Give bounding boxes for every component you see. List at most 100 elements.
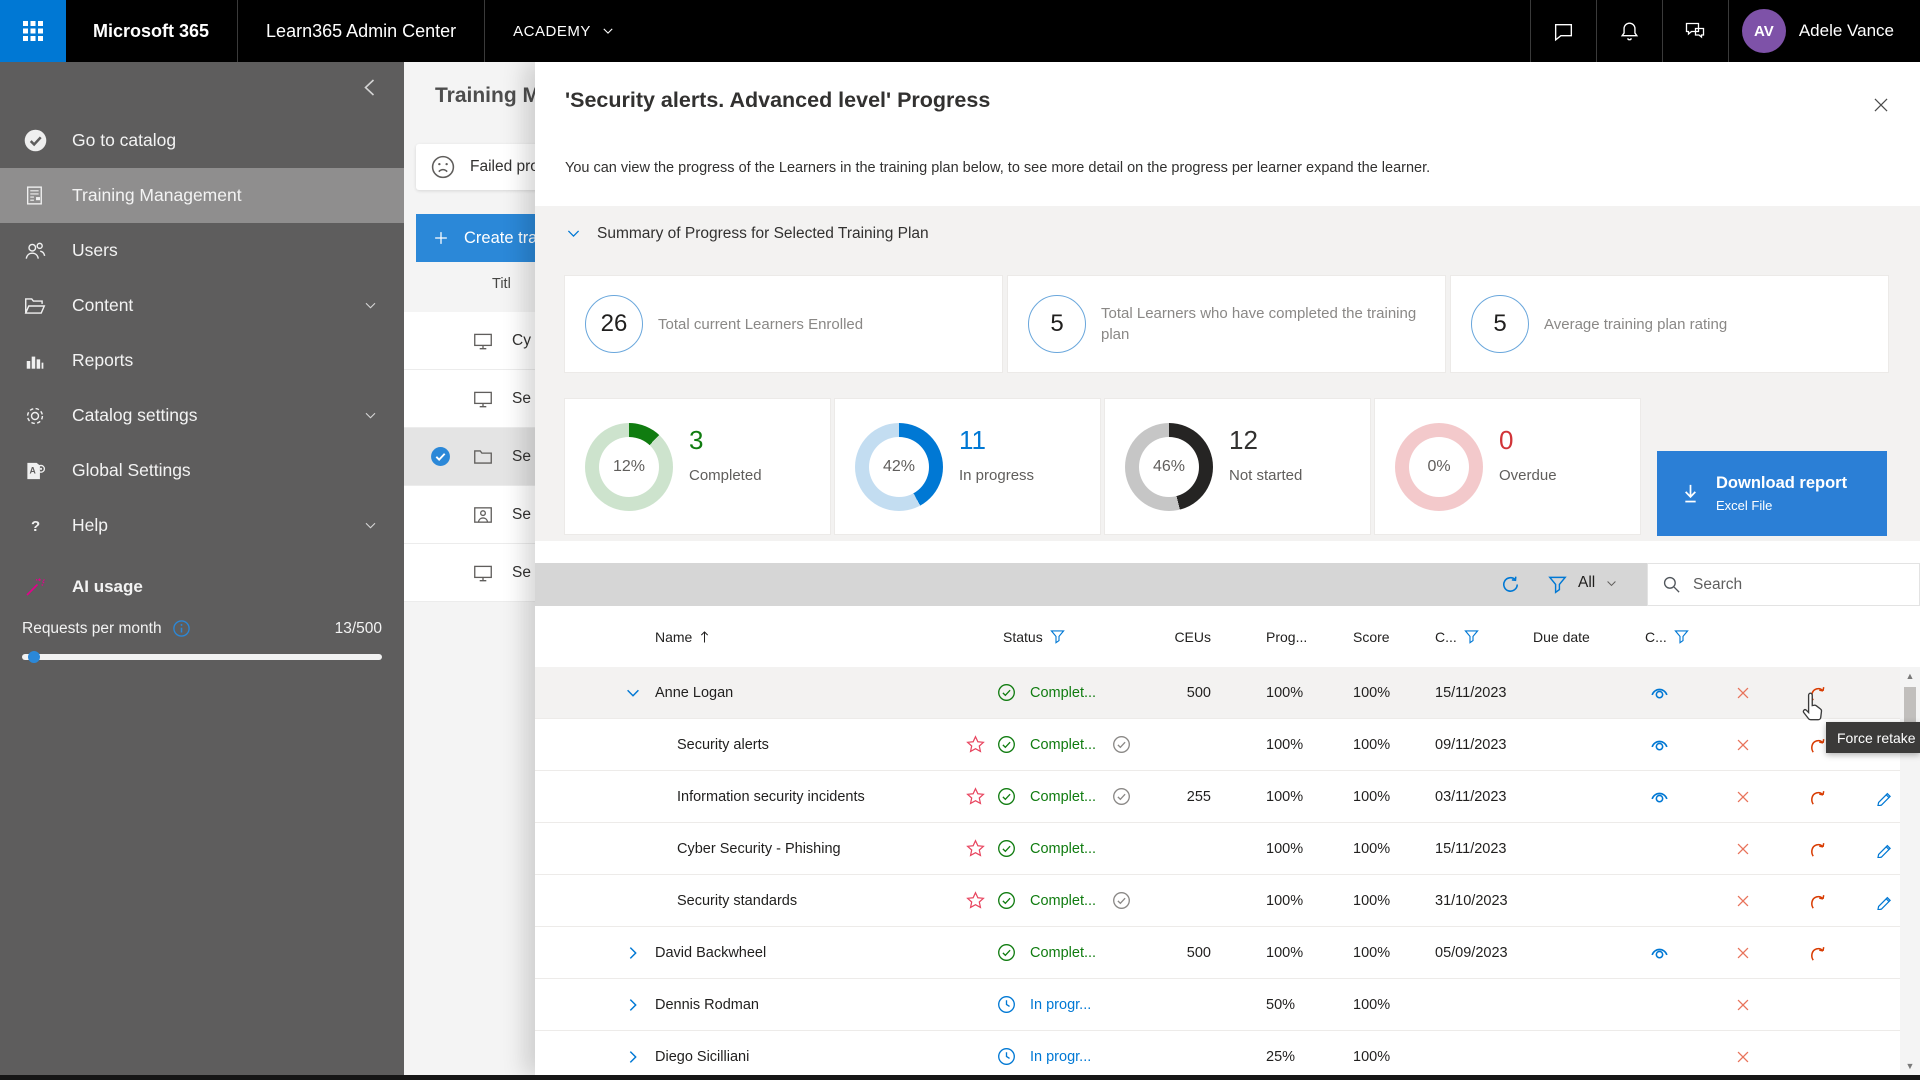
global-icon: A [22, 459, 48, 483]
remove-icon[interactable] [1734, 736, 1752, 754]
remove-icon[interactable] [1734, 892, 1752, 910]
force-retake-icon[interactable] [1807, 943, 1827, 963]
filter-funnel-icon[interactable] [1674, 629, 1689, 644]
filter-dropdown[interactable]: All [1578, 574, 1618, 592]
force-retake-icon[interactable] [1807, 787, 1827, 807]
column-status[interactable]: Status [995, 629, 1165, 645]
chat-button[interactable] [1530, 0, 1596, 62]
filter-funnel-icon[interactable] [1464, 629, 1479, 644]
chevron-right-icon[interactable] [624, 996, 642, 1014]
sidebar-item-training-management[interactable]: Training Management [0, 168, 404, 223]
remove-icon[interactable] [1734, 840, 1752, 858]
filter-icon[interactable] [1548, 575, 1567, 594]
status-label: Complet... [1030, 789, 1096, 805]
monitor-icon [472, 388, 494, 410]
force-retake-icon[interactable] [1807, 891, 1827, 911]
status-in-progress-icon [997, 1047, 1016, 1066]
remove-icon[interactable] [1734, 788, 1752, 806]
notifications-button[interactable] [1596, 0, 1662, 62]
sidebar-collapse-button[interactable] [360, 76, 382, 103]
edit-icon[interactable] [1875, 891, 1894, 910]
column-ceus[interactable]: CEUs [1165, 629, 1211, 645]
ceus-value: 255 [1165, 789, 1211, 805]
summary-section-header[interactable]: Summary of Progress for Selected Trainin… [535, 206, 1920, 261]
folder-icon [472, 446, 494, 468]
sidebar-item-label: Global Settings [72, 460, 191, 481]
score-value: 100% [1307, 685, 1397, 701]
sidebar-item-users[interactable]: Users [0, 223, 404, 278]
close-button[interactable] [1870, 94, 1894, 118]
create-training-plan-button[interactable]: Create tra [416, 214, 535, 262]
refresh-button[interactable] [1500, 574, 1521, 595]
training-plan-row[interactable]: Se [404, 370, 535, 428]
kpi-card: 5 Total Learners who have completed the t… [1007, 275, 1446, 373]
edit-icon[interactable] [1875, 787, 1894, 806]
donut-count: 3 [689, 425, 703, 456]
donut-percent: 12% [613, 458, 645, 476]
force-retake-icon[interactable] [1807, 735, 1827, 755]
force-retake-tooltip: Force retake [1826, 722, 1920, 753]
remove-icon[interactable] [1734, 996, 1752, 1014]
svg-text:?: ? [31, 518, 40, 535]
eye-icon[interactable] [1649, 734, 1670, 755]
progress-value: 100% [1211, 945, 1307, 961]
training-plan-row[interactable]: Se [404, 428, 535, 486]
sidebar-item-ai-usage[interactable]: AI usage [0, 563, 404, 611]
column-due-date[interactable]: Due date [1509, 629, 1617, 645]
sidebar-item-catalog-settings[interactable]: Catalog settings [0, 388, 404, 443]
kpi-value: 5 [1028, 295, 1086, 353]
star-rating-icon[interactable] [966, 839, 985, 858]
force-retake-icon[interactable] [1807, 839, 1827, 859]
title-column-header[interactable]: Titl [492, 276, 511, 292]
chevron-down-icon[interactable] [624, 684, 642, 702]
brand-home-link[interactable]: Microsoft 365 [66, 0, 238, 62]
donut-percent: 42% [883, 458, 915, 476]
dialog-title: 'Security alerts. Advanced level' Progre… [565, 88, 990, 113]
eye-icon[interactable] [1649, 786, 1670, 807]
failed-publish-banner[interactable]: Failed pro [416, 144, 535, 190]
remove-icon[interactable] [1734, 944, 1752, 962]
requests-usage-bar[interactable] [22, 654, 382, 660]
search-input[interactable] [1693, 576, 1893, 594]
star-rating-icon[interactable] [966, 891, 985, 910]
monitor-icon [472, 562, 494, 584]
column-certificate[interactable]: C... [1617, 629, 1701, 645]
remove-icon[interactable] [1734, 684, 1752, 702]
column-score[interactable]: Score [1307, 629, 1397, 645]
magic-wand-icon [22, 575, 48, 599]
column-progress[interactable]: Prog... [1211, 629, 1307, 645]
eye-icon[interactable] [1649, 682, 1670, 703]
donut-card-not-started: 46%12Not started [1104, 398, 1371, 535]
star-rating-icon[interactable] [966, 735, 985, 754]
table-header: Name Status CEUs Prog... Score C... Due … [535, 606, 1920, 667]
sidebar-item-reports[interactable]: Reports [0, 333, 404, 388]
sidebar-item-help[interactable]: ?Help [0, 498, 404, 553]
star-rating-icon[interactable] [966, 787, 985, 806]
feedback-button[interactable] [1662, 0, 1728, 62]
download-report-button[interactable]: Download report Excel File [1657, 451, 1887, 536]
edit-icon[interactable] [1875, 839, 1894, 858]
sidebar-item-go-to-catalog[interactable]: Go to catalog [0, 113, 404, 168]
eye-icon[interactable] [1649, 942, 1670, 963]
sidebar-item-content[interactable]: Content [0, 278, 404, 333]
search-field[interactable] [1647, 563, 1920, 606]
training-plan-row[interactable]: Se [404, 486, 535, 544]
sidebar-item-global-settings[interactable]: A Global Settings [0, 443, 404, 498]
column-completion-date[interactable]: C... [1397, 629, 1509, 645]
kpi-label: Total Learners who have completed the tr… [1101, 303, 1431, 345]
info-icon[interactable] [172, 619, 191, 638]
training-plan-row[interactable]: Se [404, 544, 535, 602]
close-icon [1870, 94, 1892, 116]
remove-icon[interactable] [1734, 1048, 1752, 1066]
scroll-up-arrow[interactable]: ▲ [1906, 667, 1915, 685]
product-title[interactable]: Learn365 Admin Center [238, 0, 485, 62]
column-name[interactable]: Name [655, 629, 955, 645]
tenant-switcher[interactable]: ACADEMY [485, 0, 643, 62]
training-plan-row[interactable]: Cy [404, 312, 535, 370]
scroll-down-arrow[interactable]: ▼ [1906, 1057, 1915, 1075]
account-menu[interactable]: AV Adele Vance [1728, 0, 1920, 62]
chevron-right-icon[interactable] [624, 944, 642, 962]
filter-funnel-icon[interactable] [1050, 629, 1065, 644]
chevron-right-icon[interactable] [624, 1048, 642, 1066]
app-launcher-button[interactable] [0, 0, 66, 62]
